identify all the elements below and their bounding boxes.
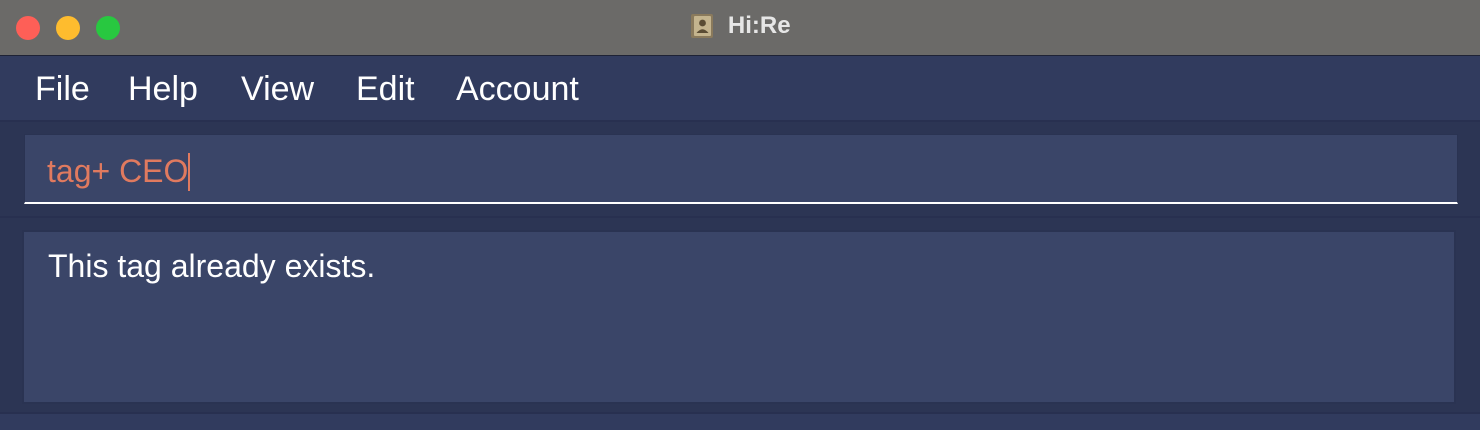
title-container: Hi:Re (0, 12, 1480, 42)
text-caret (188, 153, 191, 191)
menu-account[interactable]: Account (456, 70, 579, 108)
bottom-panel-edge (0, 412, 1480, 430)
contact-book-icon (689, 13, 715, 39)
result-panel: This tag already exists. (0, 216, 1480, 430)
result-display: This tag already exists. (22, 230, 1456, 404)
command-input-value[interactable]: tag+ CEO (47, 153, 191, 191)
menu-edit[interactable]: Edit (356, 70, 415, 108)
menu-file[interactable]: File (35, 70, 90, 108)
title-bar[interactable]: Hi:Re (0, 0, 1480, 56)
menu-view[interactable]: View (241, 70, 314, 108)
menu-bar: File Help View Edit Account (0, 56, 1480, 120)
menu-help[interactable]: Help (128, 70, 198, 108)
command-text: tag+ CEO (47, 153, 189, 189)
command-input[interactable]: tag+ CEO (24, 134, 1458, 204)
result-message: This tag already exists. (48, 248, 376, 284)
app-window: Hi:Re File Help View Edit Account tag+ C… (0, 0, 1480, 430)
command-panel: tag+ CEO (0, 120, 1480, 216)
window-title: Hi:Re (727, 12, 791, 39)
